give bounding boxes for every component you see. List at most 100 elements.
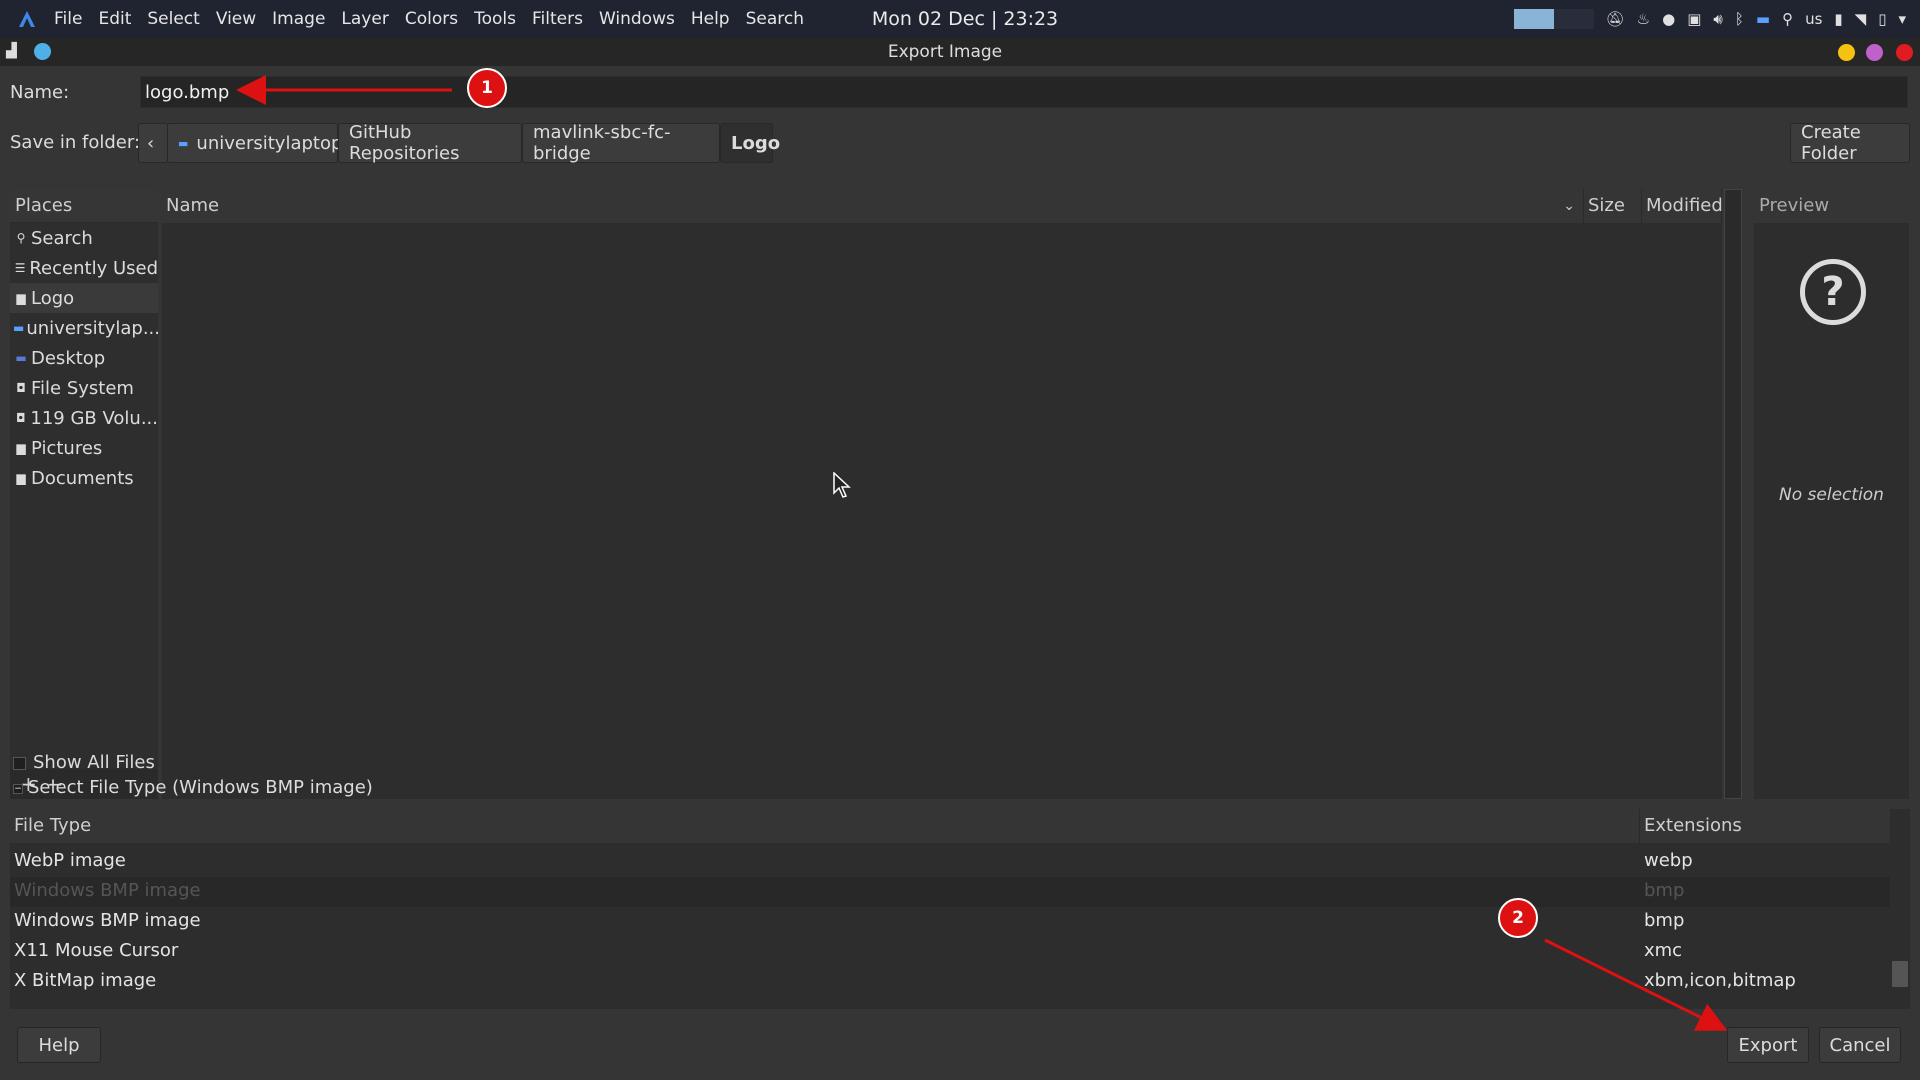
menu-help[interactable]: Help	[683, 0, 738, 38]
show-all-files-label[interactable]: Show All Files	[33, 752, 155, 773]
mic-icon[interactable]: ▮	[1834, 10, 1842, 28]
folder-icon: ▆	[16, 471, 26, 485]
place-documents[interactable]: ▆ Documents	[10, 463, 158, 493]
extension-cell: xmc	[1644, 940, 1683, 961]
table-row[interactable]: X11 Mouse Cursor xmc	[10, 937, 1890, 967]
column-size[interactable]: Size	[1584, 189, 1642, 223]
export-dialog: Name: Save in folder: ‹ ▬ universitylapt…	[0, 66, 1920, 1080]
place-home[interactable]: ▬ universitylap...	[10, 313, 158, 343]
preview-empty-text: No selection	[1779, 485, 1884, 505]
select-file-type-expander[interactable]: Select File Type (Windows BMP image)	[28, 777, 373, 798]
place-recently-used[interactable]: ☰ Recently Used	[10, 253, 158, 283]
bluetooth-icon[interactable]: ᛒ	[1735, 10, 1744, 28]
file-type-cell: WebP image	[14, 850, 126, 871]
create-folder-button[interactable]: Create Folder	[1790, 122, 1910, 164]
cancel-button[interactable]: Cancel	[1819, 1027, 1901, 1063]
place-label: 119 GB Volu...	[30, 407, 158, 429]
place-pictures[interactable]: ▆ Pictures	[10, 433, 158, 463]
column-name[interactable]: Name ⌄	[162, 189, 1584, 223]
screen-icon[interactable]: ▬	[1756, 10, 1770, 28]
menu-tools[interactable]: Tools	[466, 0, 524, 38]
menu-file[interactable]: File	[46, 0, 90, 38]
menu-colors[interactable]: Colors	[397, 0, 466, 38]
extension-cell: bmp	[1644, 880, 1685, 901]
workspace-1[interactable]	[1513, 9, 1554, 29]
preview-header: Preview	[1754, 189, 1909, 223]
expander-icon[interactable]: −	[13, 784, 23, 794]
maximize-button[interactable]	[1866, 44, 1883, 61]
minimize-button[interactable]	[1838, 44, 1855, 61]
path-back-button[interactable]: ‹	[138, 123, 168, 163]
file-list-scrollbar[interactable]	[1724, 189, 1742, 799]
path-segment-logo[interactable]: Logo	[720, 123, 780, 163]
column-extensions[interactable]: Extensions	[1640, 809, 1890, 843]
path-segment-repo[interactable]: mavlink-sbc-fc-bridge	[522, 122, 720, 164]
preview-pane: Preview ? No selection	[1754, 189, 1909, 799]
place-search[interactable]: ⚲ Search	[10, 223, 158, 253]
annotation-badge-2: 2	[1498, 898, 1538, 938]
place-logo[interactable]: ▆ Logo	[10, 283, 158, 313]
record-icon[interactable]: ●	[1662, 10, 1675, 28]
app-launcher-icon[interactable]	[14, 6, 40, 32]
menu-windows[interactable]: Windows	[591, 0, 683, 38]
place-label: File System	[31, 377, 134, 399]
table-row[interactable]: X BitMap image xbm,icon,bitmap	[10, 967, 1890, 997]
menu-edit[interactable]: Edit	[90, 0, 139, 38]
path-segment-github[interactable]: GitHub Repositories	[338, 122, 522, 164]
export-button[interactable]: Export	[1727, 1027, 1809, 1063]
home-folder-icon: ▬	[178, 136, 189, 150]
file-list[interactable]: Name ⌄ Size Modified	[162, 189, 1723, 799]
place-volume[interactable]: ◘ 119 GB Volu...	[10, 403, 158, 433]
menu-search[interactable]: Search	[738, 0, 812, 38]
menu-filters[interactable]: Filters	[524, 0, 591, 38]
place-label: Pictures	[31, 437, 103, 459]
file-type-scrollbar[interactable]	[1890, 809, 1910, 1009]
chevron-down-icon[interactable]: ▾	[1898, 10, 1906, 28]
column-name-label: Name	[166, 195, 220, 216]
file-type-cell: X BitMap image	[14, 970, 157, 991]
volume-icon[interactable]: 🔊︎	[1713, 10, 1722, 28]
place-desktop[interactable]: ▬ Desktop	[10, 343, 158, 373]
path-segment-home[interactable]: ▬ universitylaptop	[167, 123, 342, 163]
battery-icon[interactable]: ▯	[1878, 10, 1886, 28]
menu-layer[interactable]: Layer	[333, 0, 396, 38]
notifications-off-icon[interactable]: 🔕︎	[1606, 10, 1625, 28]
help-button[interactable]: Help	[17, 1027, 101, 1063]
menu-select[interactable]: Select	[139, 0, 207, 38]
top-panel: File Edit Select View Image Layer Colors…	[0, 0, 1920, 38]
menu-view[interactable]: View	[208, 0, 264, 38]
show-all-files-checkbox[interactable]	[13, 757, 26, 770]
table-row[interactable]: Windows BMP image bmp	[10, 907, 1890, 937]
file-type-table[interactable]: File Type Extensions WebP image webp Win…	[10, 809, 1910, 1009]
filename-input[interactable]	[140, 76, 1908, 108]
save-in-folder-label: Save in folder:	[10, 132, 141, 153]
location-icon[interactable]: ⚲	[1782, 10, 1793, 28]
extension-cell: xbm,icon,bitmap	[1644, 970, 1796, 991]
close-button[interactable]	[1896, 44, 1913, 61]
places-header[interactable]: Places	[10, 189, 158, 223]
column-modified[interactable]: Modified	[1642, 189, 1723, 223]
drive-icon: ◘	[16, 381, 26, 395]
folder-icon: ▆	[16, 291, 26, 305]
table-row-selected[interactable]: Windows BMP image bmp	[10, 877, 1890, 907]
workspace-2[interactable]	[1553, 9, 1594, 29]
mouse-cursor-icon	[833, 472, 851, 498]
extension-cell: bmp	[1644, 910, 1685, 931]
scrollbar-thumb[interactable]	[1892, 961, 1908, 987]
window-titlebar[interactable]: ▟ Export Image	[0, 38, 1920, 66]
question-icon: ?	[1800, 259, 1866, 325]
path-segment-label: universitylaptop	[196, 132, 343, 154]
keyboard-layout[interactable]: us	[1805, 10, 1822, 28]
column-file-type[interactable]: File Type	[10, 809, 1640, 843]
place-label: Search	[31, 227, 93, 249]
file-type-cell: Windows BMP image	[14, 880, 201, 901]
table-row[interactable]: WebP image webp	[10, 847, 1890, 877]
system-tray: 🔕︎ ♨ ● ▣ 🔊︎ ᛒ ▬ ⚲ us ▮ ◥ ▯ ▾	[1513, 0, 1906, 38]
home-folder-icon: ▬	[13, 321, 25, 335]
place-file-system[interactable]: ◘ File System	[10, 373, 158, 403]
clipboard-icon[interactable]: ▣	[1687, 10, 1701, 28]
wifi-icon[interactable]: ◥	[1855, 10, 1867, 28]
place-label: universitylap...	[26, 317, 158, 339]
menu-image[interactable]: Image	[264, 0, 333, 38]
flame-icon[interactable]: ♨	[1637, 10, 1650, 28]
